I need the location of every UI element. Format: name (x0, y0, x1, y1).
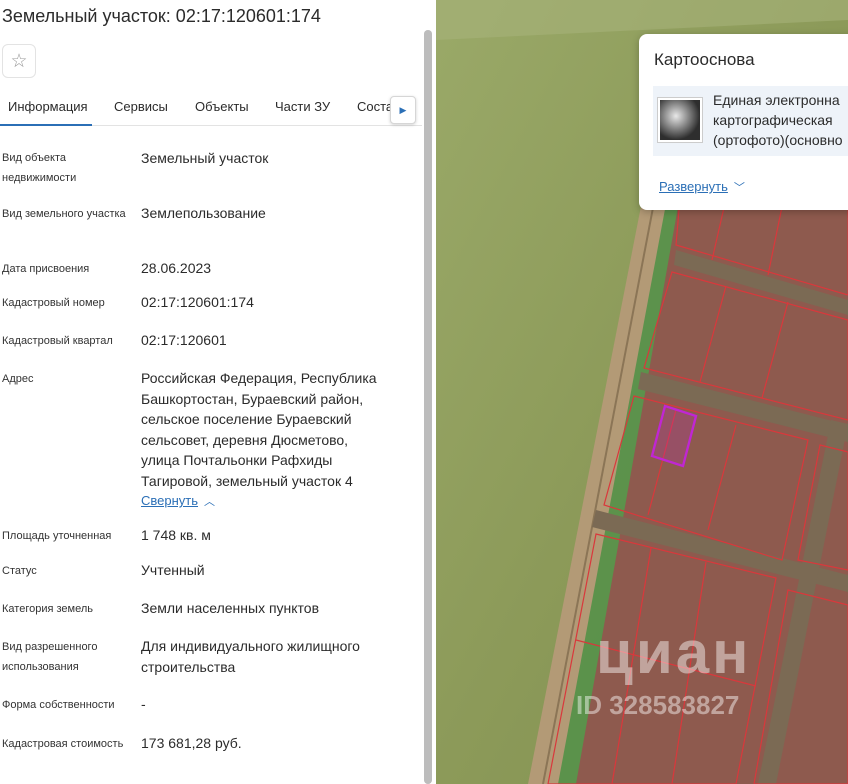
label-assign-date: Дата присвоения (2, 263, 90, 275)
basemap-line: (ортофото)(основно (713, 132, 843, 148)
tab-services[interactable]: Сервисы (114, 99, 168, 114)
label-area: Площадь уточненная (2, 530, 112, 542)
value-address: Российская Федерация, Республика Башкорт… (141, 368, 416, 491)
chevron-up-icon: ︿ (204, 496, 216, 508)
label-ownership: Форма собственности (2, 699, 115, 711)
basemap-thumbnail (658, 98, 702, 142)
basemap-line: картографическая (713, 112, 833, 128)
address-line: сельсовет, деревня Дюсметово, (141, 431, 349, 448)
basemap-title: Картооснова (654, 50, 755, 69)
permitted-use-line: строительства (141, 658, 236, 675)
value-cad-value: 173 681,28 руб. (141, 735, 242, 751)
value-status: Учтенный (141, 562, 205, 578)
value-land-type: Землепользование (141, 205, 266, 221)
value-area: 1 748 кв. м (141, 527, 211, 543)
basemap-line: Единая электронна (713, 92, 840, 108)
collapse-label: Свернуть (141, 493, 199, 508)
address-line: Российская Федерация, Республика (141, 370, 377, 386)
tab-bar: Информация Сервисы Объекты Части ЗУ Сост… (0, 88, 422, 126)
label-object-type: Вид объекта недвижимости (2, 152, 77, 184)
expand-basemap-link[interactable]: Развернуть ﹀ (659, 179, 745, 195)
chevron-right-icon: ▶ (399, 104, 407, 115)
label-cad-number: Кадастровый номер (2, 297, 105, 309)
value-object-type: Земельный участок (141, 150, 269, 166)
basemap-option[interactable]: Единая электронна картографическая (орто… (653, 86, 848, 156)
basemap-option-text: Единая электронна картографическая (орто… (713, 90, 848, 150)
value-assign-date: 28.06.2023 (141, 260, 212, 276)
tab-objects[interactable]: Объекты (195, 99, 249, 114)
tabs-next-button[interactable]: ▶ (390, 96, 416, 124)
info-panel: Земельный участок: 02:17:120601:174 ☆ Ин… (0, 0, 436, 784)
page-title: Земельный участок: 02:17:120601:174 (2, 6, 321, 26)
active-tab-indicator (0, 124, 92, 126)
value-permitted-use: Для индивидуального жилищного строительс… (141, 636, 416, 677)
value-cad-number: 02:17:120601:174 (141, 294, 254, 310)
star-icon: ☆ (10, 50, 28, 72)
scrollbar-thumb[interactable] (424, 30, 432, 784)
address-line: улица Почтальонки Рафхиды (141, 452, 333, 468)
label-land-category: Категория земель (2, 603, 93, 615)
collapse-address-link[interactable]: Свернуть ︿ (141, 493, 215, 509)
label-address: Адрес (2, 373, 34, 385)
expand-label: Развернуть (659, 179, 728, 194)
address-line: сельское поселение Бураевский (141, 411, 352, 427)
label-cad-quarter: Кадастровый квартал (2, 335, 113, 347)
basemap-card: Картооснова Единая электронна картографи… (639, 34, 848, 210)
value-ownership: - (141, 696, 146, 712)
label-cad-value: Кадастровая стоимость (2, 738, 124, 750)
label-permitted-use: Вид разрешенного использования (2, 641, 98, 673)
watermark-id: ID 328583827 (576, 690, 740, 720)
label-land-type: Вид земельного участка (2, 208, 126, 220)
address-line: Тагировой, земельный участок 4 (141, 472, 353, 489)
tab-parts[interactable]: Части ЗУ (275, 99, 330, 114)
value-land-category: Земли населенных пунктов (141, 600, 320, 616)
label-status: Статус (2, 565, 37, 577)
favorite-button[interactable]: ☆ (2, 44, 36, 78)
value-cad-quarter: 02:17:120601 (141, 332, 227, 348)
panel-scrollbar[interactable] (424, 30, 432, 784)
permitted-use-line: Для индивидуального жилищного (141, 638, 360, 654)
watermark-logo: циан (596, 619, 752, 686)
chevron-down-icon: ﹀ (733, 182, 745, 194)
address-line: Башкортостан, Бураевский район, (141, 390, 364, 407)
tab-information[interactable]: Информация (8, 99, 88, 114)
